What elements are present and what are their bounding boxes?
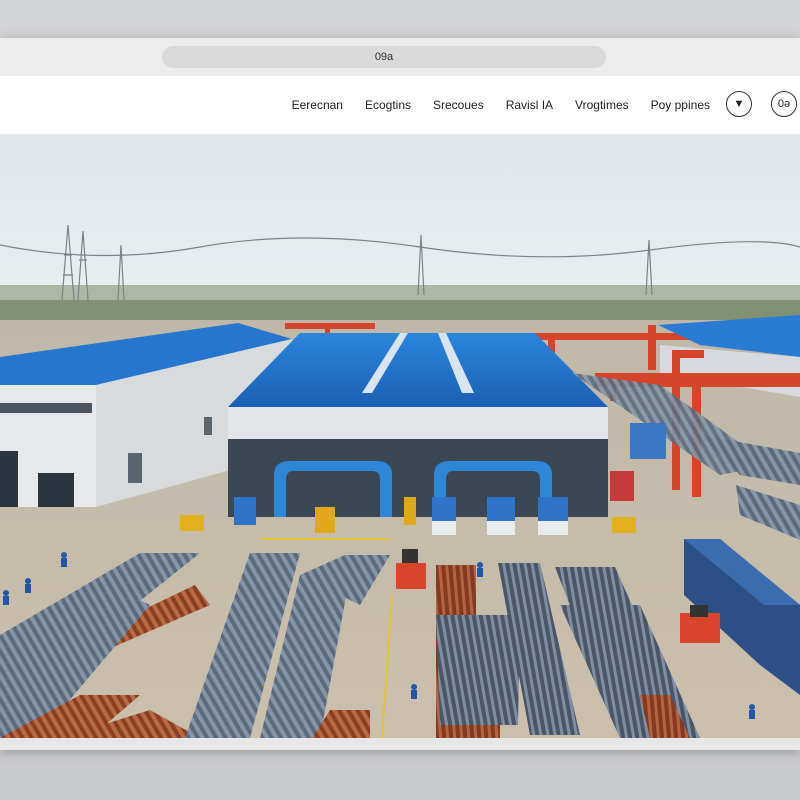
bottom-bar <box>0 738 800 750</box>
account-icon[interactable]: 0ə <box>771 91 797 117</box>
site-navbar: Eerecnan Ecogtins Srecoues Ravisl IA Vro… <box>0 76 800 135</box>
nav-link-1[interactable]: Eerecnan <box>292 98 343 112</box>
nav-link-5[interactable]: Vrogtimes <box>575 98 629 112</box>
steel-yard-illustration <box>0 135 800 738</box>
browser-titlebar: 09a <box>0 38 800 77</box>
nav-link-2[interactable]: Ecogtins <box>365 98 411 112</box>
address-bar[interactable]: 09a <box>162 46 606 68</box>
chevron-down-icon[interactable]: ▼ <box>726 91 752 117</box>
screen-background: 09a Eerecnan Ecogtins Srecoues Ravisl IA… <box>0 0 800 800</box>
nav-link-6[interactable]: Poy ppines <box>651 98 710 112</box>
hero-image <box>0 135 800 738</box>
nav-link-3[interactable]: Srecoues <box>433 98 484 112</box>
nav-links: Eerecnan Ecogtins Srecoues Ravisl IA Vro… <box>292 76 710 134</box>
nav-link-4[interactable]: Ravisl IA <box>506 98 553 112</box>
browser-window: 09a Eerecnan Ecogtins Srecoues Ravisl IA… <box>0 38 800 750</box>
